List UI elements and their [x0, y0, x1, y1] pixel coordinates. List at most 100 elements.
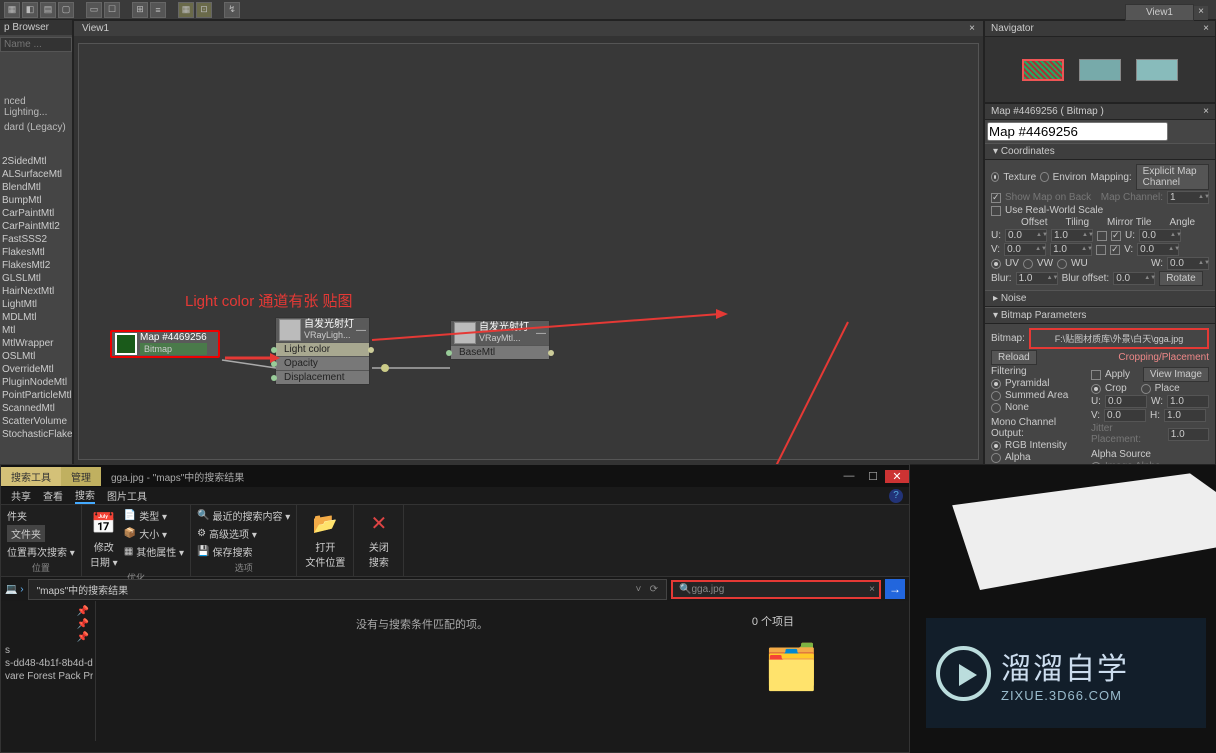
material-item[interactable]: ScannedMtl: [0, 402, 72, 415]
material-item[interactable]: Mtl: [0, 324, 72, 337]
ribbon-tab[interactable]: 图片工具: [107, 488, 147, 503]
ribbon-tab[interactable]: 搜索: [75, 487, 95, 504]
material-item[interactable]: CarPaintMtl2: [0, 220, 72, 233]
pc-icon[interactable]: 💻 ›: [5, 584, 24, 595]
material-item[interactable]: PointParticleMtl: [0, 389, 72, 402]
basemtl-slot[interactable]: BaseMtl: [451, 345, 549, 359]
search-go-button[interactable]: →: [885, 579, 905, 599]
ribbon-button[interactable]: 📅 修改日期 ▾: [88, 507, 120, 571]
spinner[interactable]: 0.0▲▼: [1004, 243, 1046, 256]
search-input[interactable]: 🔍 gga.jpg ×: [671, 580, 881, 599]
tool-btn[interactable]: ▢: [58, 2, 74, 18]
rollout-header[interactable]: ▸ Noise: [985, 290, 1215, 307]
ribbon-item[interactable]: 文件夹: [7, 525, 45, 542]
wu-radio[interactable]: [1057, 259, 1067, 269]
tool-btn[interactable]: ⊞: [132, 2, 148, 18]
close-icon[interactable]: ×: [1203, 106, 1209, 117]
material-item[interactable]: MtlWrapper: [0, 337, 72, 350]
rotate-button[interactable]: Rotate: [1159, 271, 1202, 286]
environ-radio[interactable]: [1040, 172, 1048, 182]
folder-tree[interactable]: 📌 📌 📌 s s-dd48-4b1f-8b4d-d7c vare Forest…: [1, 601, 96, 741]
close-button[interactable]: ✕: [885, 470, 909, 483]
close-search-button[interactable]: ✕ 关闭搜索: [360, 507, 397, 571]
material-item[interactable]: CarPaintMtl: [0, 207, 72, 220]
vw-radio[interactable]: [1023, 259, 1033, 269]
material-item[interactable]: FlakesMtl2: [0, 259, 72, 272]
help-icon[interactable]: ?: [889, 489, 903, 503]
ribbon-item[interactable]: ▦ 其他属性 ▾: [124, 543, 184, 560]
ribbon-item[interactable]: 位置再次搜索 ▾: [7, 543, 75, 560]
material-item[interactable]: ScatterVolume: [0, 415, 72, 428]
realworld-check[interactable]: [991, 206, 1001, 216]
search-input[interactable]: [0, 37, 72, 52]
material-item[interactable]: FastSSS2: [0, 233, 72, 246]
spinner[interactable]: 0.0▲▼: [1167, 257, 1209, 270]
breadcrumb[interactable]: "maps"中的搜索结果 ˅ ⟳: [28, 579, 667, 600]
material-item[interactable]: BlendMtl: [0, 181, 72, 194]
map-name-field[interactable]: [987, 122, 1168, 141]
nav-thumb[interactable]: [1079, 59, 1121, 81]
close-icon[interactable]: ×: [969, 23, 975, 34]
close-icon[interactable]: ×: [1194, 6, 1208, 20]
ribbon-tab[interactable]: 查看: [43, 488, 63, 503]
material-item[interactable]: ALSurfaceMtl: [0, 168, 72, 181]
tool-btn[interactable]: ▦: [4, 2, 20, 18]
spinner[interactable]: 0.0▲▼: [1113, 272, 1155, 285]
material-item[interactable]: LightMtl: [0, 298, 72, 311]
spinner[interactable]: 0.0▲▼: [1139, 229, 1181, 242]
material-item[interactable]: PluginNodeMtl: [0, 376, 72, 389]
rollout-header[interactable]: ▾ Bitmap Parameters: [985, 307, 1215, 324]
ribbon-item[interactable]: 💾 保存搜索: [197, 543, 252, 560]
minimize-button[interactable]: —: [837, 470, 861, 483]
showback-check[interactable]: [991, 193, 1001, 203]
tool-btn[interactable]: ▭: [86, 2, 102, 18]
reload-button[interactable]: Reload: [991, 350, 1037, 365]
material-item[interactable]: GLSLMtl: [0, 272, 72, 285]
material-item[interactable]: OSLMtl: [0, 350, 72, 363]
texture-radio[interactable]: [991, 172, 999, 182]
tool-btn[interactable]: ⊡: [196, 2, 212, 18]
spinner[interactable]: 0.0▲▼: [1005, 229, 1047, 242]
map-channel-spinner[interactable]: 1▲▼: [1167, 191, 1209, 204]
nav-thumb[interactable]: [1136, 59, 1178, 81]
close-icon[interactable]: ×: [1203, 23, 1209, 34]
node-view[interactable]: View1×: [73, 20, 984, 465]
open-location-button[interactable]: 📂 打开文件位置: [303, 507, 347, 571]
ribbon-item[interactable]: 📦 大小 ▾: [124, 525, 184, 542]
spinner[interactable]: 1.0▲▼: [1016, 272, 1058, 285]
tool-btn[interactable]: ↯: [224, 2, 240, 18]
ribbon-item[interactable]: 📄 类型 ▾: [124, 507, 184, 524]
context-tab[interactable]: 搜索工具: [1, 467, 61, 486]
clear-icon[interactable]: ×: [869, 584, 875, 595]
ribbon-item[interactable]: ⚙ 高级选项 ▾: [197, 525, 257, 542]
light-node[interactable]: 自发光射灯VRayLigh...— Light color Opacity Di…: [275, 317, 370, 385]
tool-btn[interactable]: ≡: [150, 2, 166, 18]
material-item[interactable]: BumpMtl: [0, 194, 72, 207]
material-item[interactable]: HairNextMtl: [0, 285, 72, 298]
material-item[interactable]: MDLMtl: [0, 311, 72, 324]
material-item[interactable]: FlakesMtl: [0, 246, 72, 259]
material-item[interactable]: 2SidedMtl: [0, 155, 72, 168]
spinner[interactable]: 1.0▲▼: [1051, 229, 1093, 242]
view-tab[interactable]: View1: [1125, 4, 1194, 21]
light-color-slot[interactable]: Light color: [276, 342, 369, 356]
spinner[interactable]: 0.0▲▼: [1137, 243, 1179, 256]
bitmap-path-button[interactable]: F:\贴图材质库\外景\白天\gga.jpg: [1029, 328, 1209, 349]
tool-btn[interactable]: ▤: [40, 2, 56, 18]
browser-category[interactable]: dard (Legacy): [0, 120, 72, 135]
context-tab[interactable]: 管理: [61, 467, 101, 486]
spinner[interactable]: 1.0▲▼: [1050, 243, 1092, 256]
material-item[interactable]: OverrideMtl: [0, 363, 72, 376]
ribbon-tab[interactable]: 共享: [11, 488, 31, 503]
nav-thumb[interactable]: [1022, 59, 1064, 81]
tool-btn[interactable]: ☐: [104, 2, 120, 18]
browser-category[interactable]: nced Lighting...: [0, 94, 72, 120]
rollout-header[interactable]: ▾ Coordinates: [985, 143, 1215, 160]
ribbon-item[interactable]: 件夹: [7, 507, 27, 524]
mtl-node[interactable]: 自发光射灯VRayMtl...— BaseMtl: [450, 320, 550, 360]
ribbon-item[interactable]: 🔍 最近的搜索内容 ▾: [197, 507, 290, 524]
uv-radio[interactable]: [991, 259, 1001, 269]
tool-btn[interactable]: ▦: [178, 2, 194, 18]
material-item[interactable]: StochasticFlake...: [0, 428, 72, 441]
tool-btn[interactable]: ◧: [22, 2, 38, 18]
